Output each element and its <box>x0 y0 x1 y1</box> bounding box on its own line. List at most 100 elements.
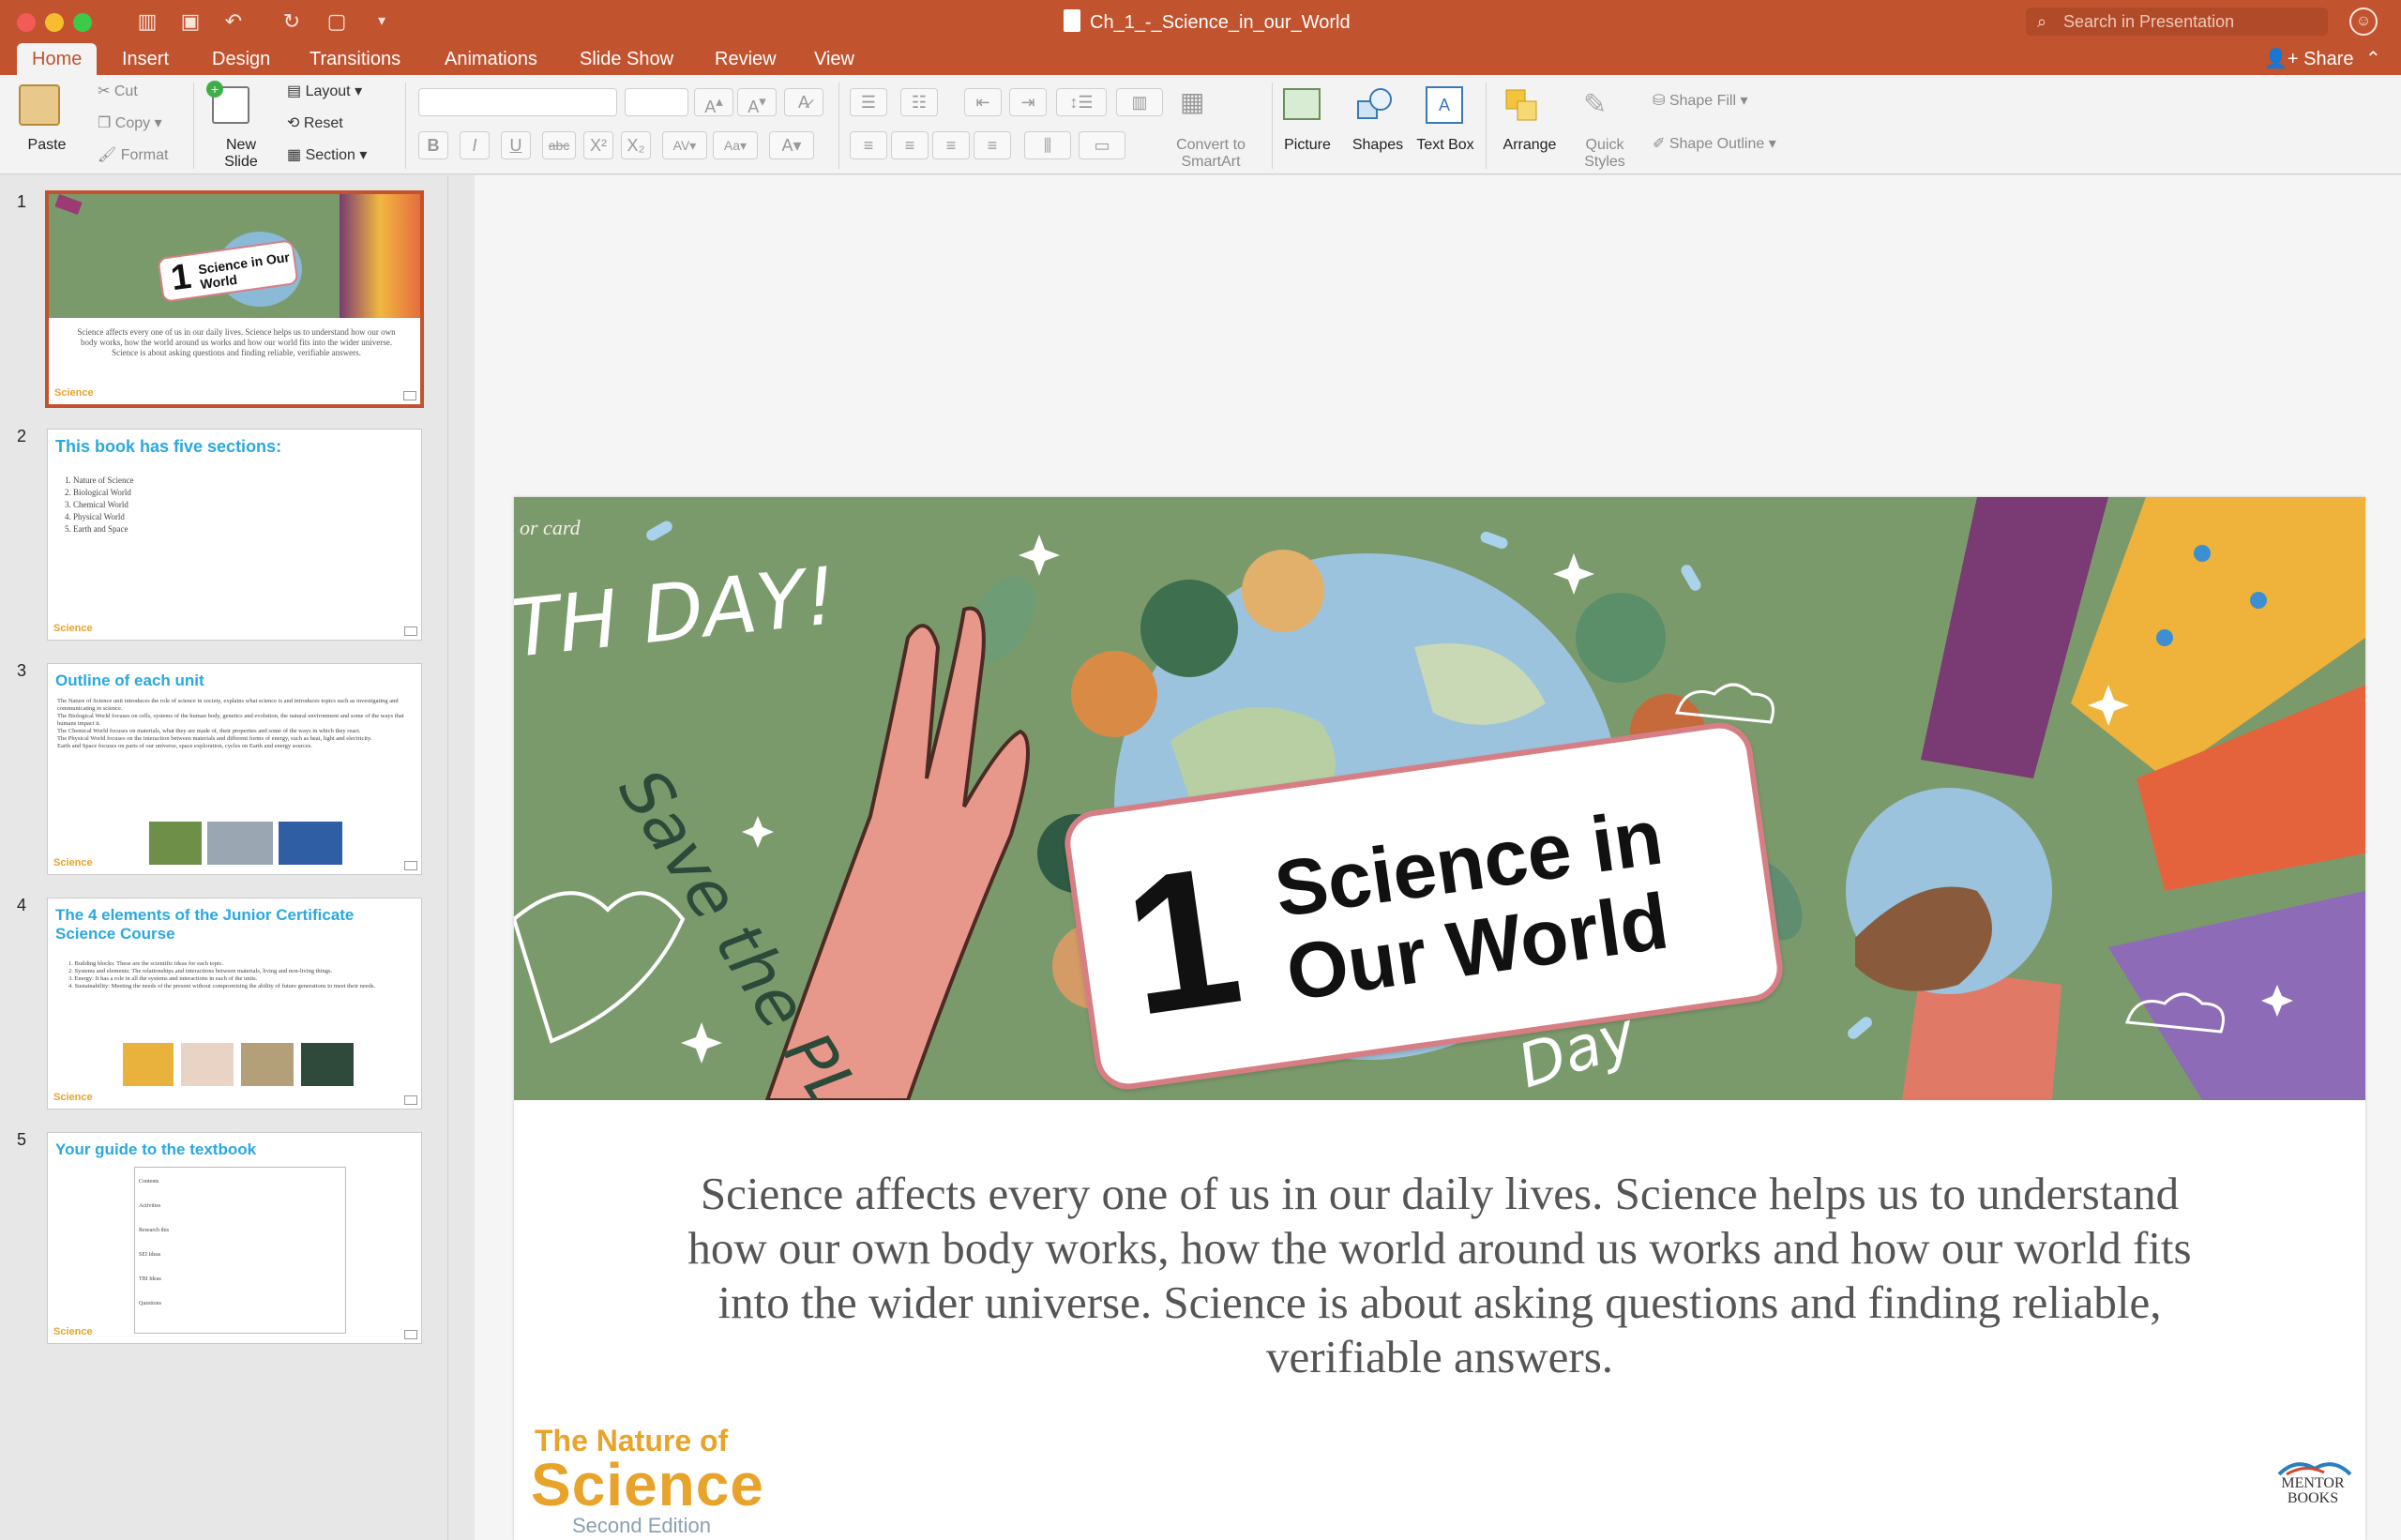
sidebar-toggle-icon[interactable]: ▥ <box>133 8 161 36</box>
search-icon: ⌕ <box>2037 12 2047 31</box>
slide-thumbnail-1[interactable]: 1 Science in Our World Science affects e… <box>45 190 424 408</box>
thumbnail-title: This book has five sections: <box>55 437 282 456</box>
thumbnail-image <box>241 1043 294 1086</box>
chapter-number: 1 <box>1112 823 1253 1058</box>
picture-button[interactable]: Picture <box>1276 137 1339 154</box>
slide-thumbnail-panel[interactable]: 1 1 Science in Our World Science affects… <box>0 175 448 1540</box>
convert-smartart-button[interactable]: Convert to SmartArt <box>1159 137 1262 171</box>
slide-body-text[interactable]: Science affects every one of us in our d… <box>664 1167 2215 1384</box>
tab-slide-show[interactable]: Slide Show <box>565 43 688 75</box>
tab-home[interactable]: Home <box>17 43 98 75</box>
arrange-button[interactable]: Arrange <box>1493 137 1566 154</box>
change-case-button[interactable]: Aa▾ <box>713 131 758 159</box>
format-painter-button[interactable]: 🖌 Format <box>98 146 168 165</box>
thumbnail-title: Your guide to the textbook <box>55 1140 257 1158</box>
section-button[interactable]: ▦ Section ▾ <box>287 146 367 165</box>
thumbnail-number: 4 <box>17 896 27 914</box>
tab-transitions[interactable]: Transitions <box>294 43 415 75</box>
collapse-ribbon-icon[interactable]: ⌃ <box>2365 43 2381 75</box>
art-script-text: or card <box>520 516 581 539</box>
shape-fill-button[interactable]: ⛁ Shape Fill ▾ <box>1653 92 1748 111</box>
title-bar: ▥ ▣ ↶ ↻ ▢ ▾ Ch_1_-_Science_in_our_World … <box>0 0 2401 75</box>
thumbnail-number: 5 <box>17 1130 27 1149</box>
text-box-icon[interactable]: A <box>1426 86 1463 124</box>
ribbon-separator <box>838 83 839 169</box>
quick-styles-icon[interactable]: ✎ <box>1583 88 1621 124</box>
increase-indent-button[interactable]: ⇥ <box>1009 88 1047 116</box>
shape-outline-button[interactable]: ✐ Shape Outline ▾ <box>1653 135 1776 154</box>
decrease-indent-button[interactable]: ⇤ <box>964 88 1002 116</box>
new-document-icon[interactable]: ▢ <box>323 8 351 36</box>
customize-toolbar-icon[interactable]: ▾ <box>368 8 396 36</box>
close-window-button[interactable] <box>17 13 36 32</box>
clear-formatting-button[interactable]: A̷ <box>784 88 823 116</box>
add-person-icon: 👤+ <box>2264 49 2304 69</box>
align-left-button[interactable]: ≡ <box>850 131 887 159</box>
numbering-button[interactable]: ☷ <box>900 88 938 116</box>
underline-button[interactable]: U <box>501 131 531 159</box>
layout-button[interactable]: ▤ Layout ▾ <box>287 83 362 101</box>
thumbnail-number: 3 <box>17 661 27 680</box>
arrange-icon[interactable] <box>1504 88 1538 122</box>
slide-thumbnail-5[interactable]: Your guide to the textbook Contents Acti… <box>47 1132 422 1344</box>
mentor-books-logo-icon <box>2277 1457 2352 1476</box>
new-slide-button[interactable]: New Slide <box>208 137 274 171</box>
tab-insert[interactable]: Insert <box>107 43 184 75</box>
cut-button[interactable]: ✂ Cut <box>98 83 138 101</box>
align-center-button[interactable]: ≡ <box>891 131 929 159</box>
italic-button[interactable]: I <box>460 131 490 159</box>
decrease-font-size-button[interactable]: A▾ <box>737 88 777 116</box>
slide-thumbnail-3[interactable]: Outline of each unit The Nature of Scien… <box>47 663 422 875</box>
font-size-field[interactable] <box>625 88 688 116</box>
thumbnail-table: Contents Activities Research this SEI Id… <box>134 1167 346 1334</box>
align-text-button[interactable]: ▭ <box>1079 131 1125 159</box>
smartart-icon: ▦ <box>1180 87 1205 116</box>
thumbnail-title-art: 1 Science in Our World <box>49 194 420 318</box>
increase-font-size-button[interactable]: A▴ <box>694 88 733 116</box>
quick-styles-button[interactable]: Quick Styles <box>1572 137 1638 171</box>
justify-button[interactable]: ≡ <box>974 131 1011 159</box>
font-color-button[interactable]: A▾ <box>769 131 814 159</box>
character-spacing-button[interactable]: AV▾ <box>662 131 707 159</box>
search-input[interactable]: ⌕ Search in Presentation <box>2026 8 2328 36</box>
thumbnail-publisher-icon <box>404 861 417 870</box>
pen-icon: ✐ <box>1653 136 1666 152</box>
redo-icon[interactable]: ↻ <box>278 8 306 36</box>
text-direction-button[interactable]: ⫼ <box>1024 131 1071 159</box>
bullets-button[interactable]: ☰ <box>850 88 887 116</box>
strikethrough-button[interactable]: abc <box>542 131 576 159</box>
thumbnail-title: The 4 elements of the Junior Certificate… <box>55 906 355 943</box>
new-slide-icon[interactable]: + <box>206 81 249 124</box>
text-box-button[interactable]: Text Box <box>1416 137 1474 154</box>
share-button[interactable]: 👤+ Share <box>2264 43 2354 75</box>
align-right-button[interactable]: ≡ <box>932 131 970 159</box>
feedback-smiley-icon[interactable]: ☺ <box>2349 8 2378 36</box>
thumbnail-body: 1. Nature of Science 2. Biological World… <box>65 476 134 534</box>
line-spacing-button[interactable]: ↕☰ <box>1056 88 1107 116</box>
paste-button[interactable]: Paste <box>13 137 81 154</box>
thumbnail-image <box>301 1043 354 1086</box>
paste-icon[interactable] <box>19 84 60 126</box>
tab-animations[interactable]: Animations <box>430 43 552 75</box>
minimize-window-button[interactable] <box>45 13 64 32</box>
font-name-field[interactable] <box>418 88 617 116</box>
reset-button[interactable]: ⟲ Reset <box>287 114 343 133</box>
superscript-button[interactable]: X² <box>583 131 613 159</box>
subscript-button[interactable]: X₂ <box>621 131 651 159</box>
tab-design[interactable]: Design <box>197 43 285 75</box>
slide-thumbnail-4[interactable]: The 4 elements of the Junior Certificate… <box>47 898 422 1110</box>
columns-button[interactable]: ▥ <box>1116 88 1163 116</box>
undo-icon[interactable]: ↶ <box>219 8 248 36</box>
save-icon[interactable]: ▣ <box>176 8 204 36</box>
bold-button[interactable]: B <box>418 131 448 159</box>
logo-main: Science <box>531 1451 764 1518</box>
tab-review[interactable]: Review <box>700 43 792 75</box>
shapes-icon[interactable] <box>1354 86 1396 124</box>
picture-icon[interactable] <box>1283 88 1321 120</box>
thumbnail-number: 2 <box>17 427 27 445</box>
tab-view[interactable]: View <box>799 43 869 75</box>
shapes-button[interactable]: Shapes <box>1347 137 1409 154</box>
copy-button[interactable]: ❐ Copy ▾ <box>98 114 162 133</box>
slide-thumbnail-2[interactable]: This book has five sections: 1. Nature o… <box>47 429 422 641</box>
zoom-window-button[interactable] <box>73 13 92 32</box>
